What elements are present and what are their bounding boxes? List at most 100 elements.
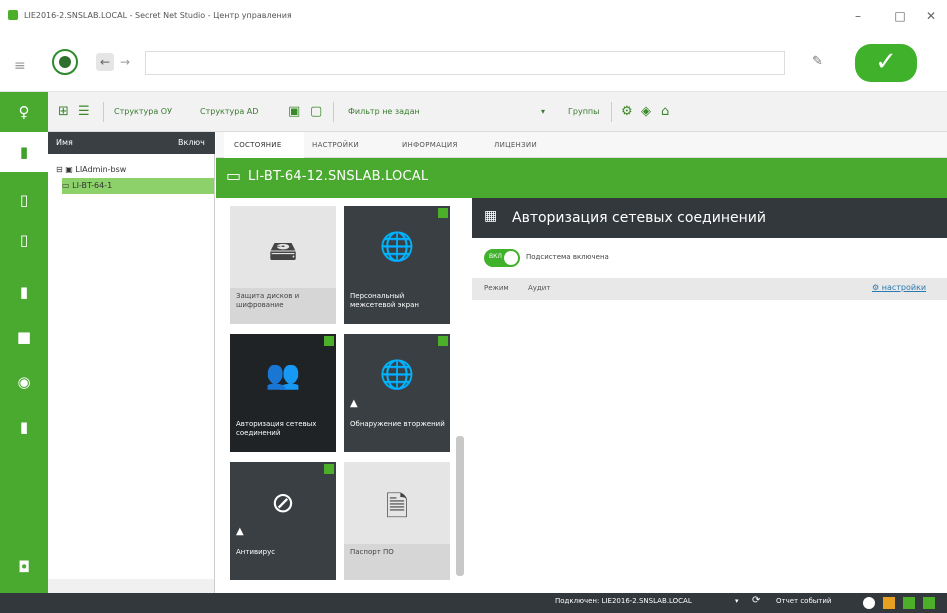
groups-button[interactable]: Группы — [568, 92, 599, 132]
refresh-icon[interactable]: ⟳ — [752, 595, 760, 606]
server-icon[interactable]: ▣ — [288, 92, 300, 132]
tile-software-passport[interactable]: 🗎 Паспорт ПО — [344, 462, 450, 580]
tiles-panel: 🖴 Защита дисков и шифрование 🌐 Персональ… — [216, 198, 472, 593]
monitor-icon[interactable]: ▢ — [310, 92, 322, 132]
expand-icon[interactable]: ⊟ — [56, 165, 65, 174]
status-ok-icon[interactable] — [903, 597, 915, 609]
computer-icon: ▭ — [62, 181, 73, 190]
structure-ad-button[interactable]: Структура AD — [200, 92, 258, 132]
tile-network-auth[interactable]: 👥 Авторизация сетевых соединений — [230, 334, 336, 452]
tile-disk-protection[interactable]: 🖴 Защита дисков и шифрование — [230, 206, 336, 324]
nav-docs-icon[interactable]: ▮ — [0, 407, 48, 447]
monitor-icon: ▭ — [226, 166, 242, 185]
network-users-icon: 👥 — [265, 358, 301, 391]
pin-icon[interactable]: ✎ — [812, 54, 823, 69]
event-log-label[interactable]: Отчет событий — [776, 597, 831, 605]
gear-icon[interactable]: ⚙ — [621, 92, 633, 132]
filter-caret-icon[interactable]: ▾ — [541, 92, 545, 132]
globe-firewall-icon: 🌐 — [379, 230, 415, 263]
left-nav: ♀ ▮ ▯ ▯ ▮ ■ ◉ ▮ ◘ — [0, 92, 48, 613]
trash-icon[interactable]: ⌂ — [661, 92, 669, 132]
grid-view-icon[interactable]: ⊞ — [58, 92, 69, 132]
tab-licenses[interactable]: ЛИЦЕНЗИИ — [494, 132, 574, 158]
tile-label: Паспорт ПО — [350, 548, 394, 556]
status-network-icon[interactable] — [923, 597, 935, 609]
col-role-header[interactable]: Включ — [178, 138, 205, 147]
antivirus-icon: ⊘ — [271, 486, 295, 519]
diamond-icon[interactable]: ◈ — [641, 92, 651, 132]
vertical-scrollbar[interactable] — [456, 436, 464, 576]
nav-users-icon[interactable]: ♀ — [0, 92, 48, 132]
filter-dropdown[interactable]: Фильтр не задан — [348, 92, 420, 132]
toolbar: ⊞ ☰ Структура ОУ Структура AD ▣ ▢ Фильтр… — [48, 92, 947, 132]
tile-firewall[interactable]: 🌐 Персональный межсетевой экран — [344, 206, 450, 324]
back-button[interactable]: ← — [96, 53, 114, 71]
tile-label: Антивирус — [236, 548, 276, 556]
subsystem-toggle[interactable]: ВКЛ — [484, 249, 520, 267]
forward-button[interactable]: → — [120, 53, 130, 71]
detail-panel: ▦ Авторизация сетевых соединений ВКЛ Под… — [472, 198, 947, 593]
toggle-state: ВКЛ — [489, 253, 502, 260]
menu-icon[interactable]: ≡ — [14, 58, 26, 74]
nav-policies-icon[interactable]: ▮ — [0, 272, 48, 312]
nav-settings-icon[interactable]: ◘ — [0, 547, 48, 587]
warning-icon: ▲ — [236, 526, 244, 537]
connection-dropdown-icon[interactable]: ▾ — [735, 597, 739, 605]
maximize-button[interactable]: □ — [882, 6, 918, 26]
detail-title: Авторизация сетевых соединений — [512, 210, 766, 226]
toolbar-separator — [333, 102, 334, 122]
nav-devices-icon[interactable]: ▯ — [0, 180, 48, 220]
host-header: ▭ LI-BT-64-12.SNSLAB.LOCAL — [216, 158, 947, 198]
globe-shield-icon: 🌐 — [379, 358, 415, 391]
tree-row[interactable]: ⊟ ▣ LIAdmin-bsw — [56, 162, 206, 178]
domain-icon: ▣ — [65, 165, 76, 174]
tree-panel: Имя Включ ⊟ ▣ LIAdmin-bsw ▭ LI-BT-64-1 — [48, 132, 215, 593]
home-button[interactable] — [52, 49, 78, 75]
close-button[interactable]: ✕ — [918, 6, 944, 26]
tile-label: Обнаружение вторжений — [350, 420, 445, 428]
title-bar: LIE2016-2.SNSLAB.LOCAL - Secret Net Stud… — [0, 0, 947, 32]
tab-settings[interactable]: НАСТРОЙКИ — [312, 132, 392, 158]
settings-link-label: настройки — [881, 283, 927, 292]
mode-label: Режим — [484, 284, 509, 292]
window-title: LIE2016-2.SNSLAB.LOCAL - Secret Net Stud… — [24, 11, 292, 20]
warning-icon: ▲ — [350, 398, 358, 409]
connection-status: Подключен: LIE2016-2.SNSLAB.LOCAL — [555, 597, 692, 605]
list-view-icon[interactable]: ☰ — [78, 92, 90, 132]
settings-link[interactable]: ⚙ настройки — [872, 283, 926, 292]
status-warning-icon[interactable] — [883, 597, 895, 609]
horizontal-scrollbar[interactable] — [48, 579, 214, 593]
apply-button[interactable]: ✓ — [855, 44, 917, 82]
toolbar-separator — [611, 102, 612, 122]
tree-header: Имя Включ — [48, 132, 215, 154]
tree-row-label: LI-BT-64-1 — [72, 181, 113, 190]
mode-value: Аудит — [528, 284, 551, 292]
tree-row-label: LIAdmin-bsw — [75, 165, 127, 174]
nav-computers-icon[interactable]: ▮ — [0, 132, 48, 172]
address-input[interactable] — [145, 51, 785, 75]
tile-antivirus[interactable]: ⊘ ▲ Антивирус — [230, 462, 336, 580]
nav-shield-icon[interactable]: ◉ — [0, 362, 48, 402]
nav-events-icon[interactable]: ■ — [0, 317, 48, 357]
nav-reports-icon[interactable]: ▯ — [0, 220, 48, 260]
col-name-header[interactable]: Имя — [56, 138, 73, 147]
tab-state[interactable]: СОСТОЯНИЕ — [224, 132, 304, 158]
tree-row-selected[interactable]: ▭ LI-BT-64-1 — [62, 178, 214, 194]
tile-label: Защита дисков и шифрование — [236, 292, 300, 309]
enabled-indicator — [324, 336, 334, 346]
enabled-indicator — [438, 208, 448, 218]
tile-label: Авторизация сетевых соединений — [236, 420, 317, 437]
address-bar: ≡ ← → ✎ ✓ — [0, 32, 947, 92]
toolbar-separator — [103, 102, 104, 122]
document-icon: 🗎 — [385, 490, 409, 523]
tab-info[interactable]: ИНФОРМАЦИЯ — [402, 132, 482, 158]
enabled-indicator — [438, 336, 448, 346]
tile-label: Персональный межсетевой экран — [350, 292, 419, 309]
minimize-button[interactable]: – — [840, 6, 876, 26]
enabled-indicator — [324, 464, 334, 474]
toggle-label: Подсистема включена — [526, 253, 609, 261]
tile-intrusion-detection[interactable]: 🌐 ▲ Обнаружение вторжений — [344, 334, 450, 452]
structure-os-button[interactable]: Структура ОУ — [114, 92, 172, 132]
app-window: LIE2016-2.SNSLAB.LOCAL - Secret Net Stud… — [0, 0, 947, 613]
status-circle-icon[interactable] — [863, 597, 875, 609]
